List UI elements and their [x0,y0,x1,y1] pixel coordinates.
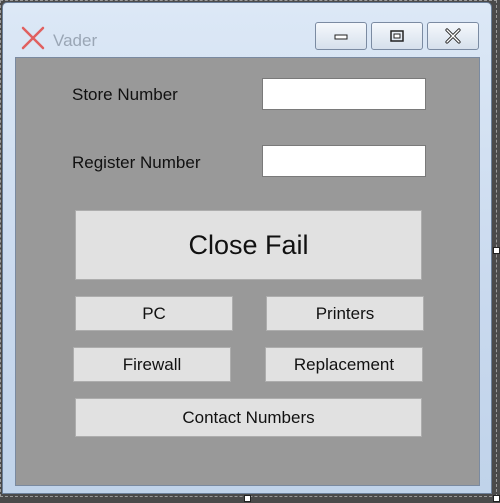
printers-button[interactable]: Printers [266,296,424,331]
close-icon [445,28,461,44]
register-number-input[interactable] [262,145,426,177]
store-number-label: Store Number [72,85,178,104]
window-title: Vader [53,31,98,50]
close-fail-button[interactable]: Close Fail [75,210,422,280]
close-button[interactable] [427,22,479,50]
maximize-icon [390,30,404,42]
contact-numbers-button[interactable]: Contact Numbers [75,398,422,437]
title-bar[interactable]: Vader [3,3,491,57]
resize-handle-right[interactable] [493,247,500,254]
minimize-button[interactable] [315,22,367,50]
firewall-button[interactable]: Firewall [73,347,231,382]
resize-handle-bottom[interactable] [244,495,251,502]
form-client-area: Store Number Register Number Close Fail … [15,57,480,486]
pc-button[interactable]: PC [75,296,233,331]
replacement-button[interactable]: Replacement [265,347,423,382]
register-number-label: Register Number [72,153,201,172]
maximize-button[interactable] [371,22,423,50]
store-number-input[interactable] [262,78,426,110]
app-x-icon [21,26,45,50]
minimize-icon [334,34,348,40]
resize-handle-corner[interactable] [493,495,500,502]
app-window: Vader Store Number Register Number Close… [2,2,492,494]
